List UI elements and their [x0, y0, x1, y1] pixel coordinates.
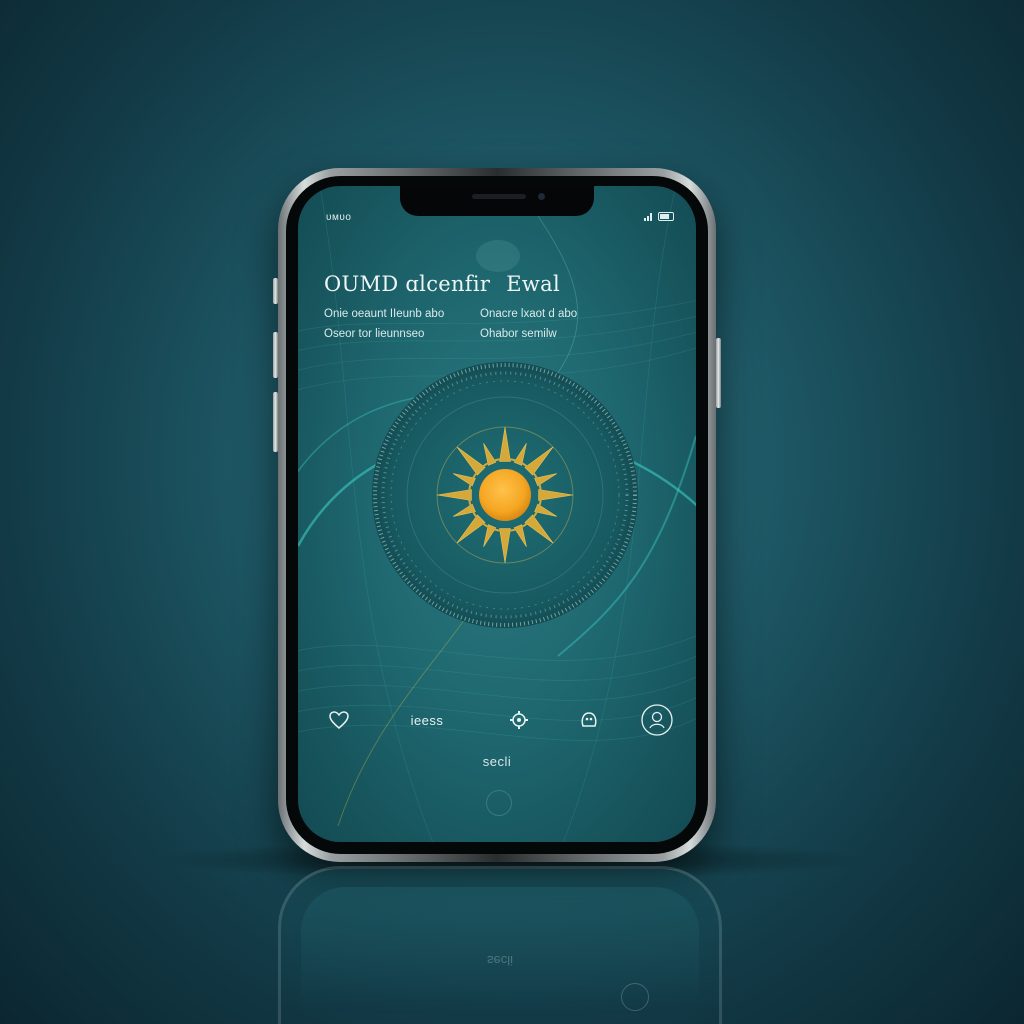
nav-face[interactable]: [574, 702, 604, 738]
signal-icon: [644, 212, 654, 221]
footer-label[interactable]: secli: [298, 754, 696, 769]
profile-circle-icon: [641, 704, 673, 736]
home-indicator-icon[interactable]: [486, 790, 512, 816]
reflection-profile-icon: [621, 983, 649, 1011]
heart-icon: [329, 711, 349, 729]
front-camera: [538, 193, 545, 200]
info-left-line-1: Onie oeaunt IIeunb abo: [324, 308, 445, 320]
page-title: OUMD ɑlcenfir Ewal: [324, 272, 560, 296]
battery-icon: [658, 212, 674, 221]
settings-gear-icon: [510, 711, 528, 729]
title-part-1: OUMD ɑlcenfir: [324, 272, 491, 296]
mute-switch: [273, 278, 278, 304]
status-carrier: ᴜᴍᴜᴏ: [326, 212, 352, 223]
nav-label-item[interactable]: ieess: [402, 702, 452, 738]
nav-label: ieess: [410, 712, 444, 728]
volume-down-button: [273, 392, 278, 452]
info-left-line-2: Oseor tor lieunnseo: [324, 328, 425, 340]
volume-up-button: [273, 332, 278, 378]
camera-notch: [400, 186, 594, 216]
info-right-line-1: Onacre lxaot d abo: [480, 308, 578, 320]
nav-heart[interactable]: [324, 702, 354, 738]
phone-reflection: secli: [278, 866, 722, 1024]
face-icon: [581, 712, 597, 727]
nav-profile[interactable]: [640, 702, 674, 738]
sun-dial[interactable]: [368, 358, 642, 632]
reflection-footer-label: secli: [486, 953, 513, 968]
earpiece-speaker: [472, 194, 526, 199]
phone-screen: ᴜᴍᴜᴏ OUMD ɑlcenfir Ewal Onie oeaunt IIeun…: [298, 186, 696, 842]
info-right-line-2: Ohabor semilw: [480, 328, 557, 340]
title-part-2: Ewal: [506, 272, 560, 296]
status-indicators: [644, 212, 674, 221]
sun-dial-graphic: [372, 362, 638, 628]
nav-settings[interactable]: [504, 702, 534, 738]
bottom-nav: ieess: [318, 702, 676, 738]
power-button: [716, 338, 721, 408]
